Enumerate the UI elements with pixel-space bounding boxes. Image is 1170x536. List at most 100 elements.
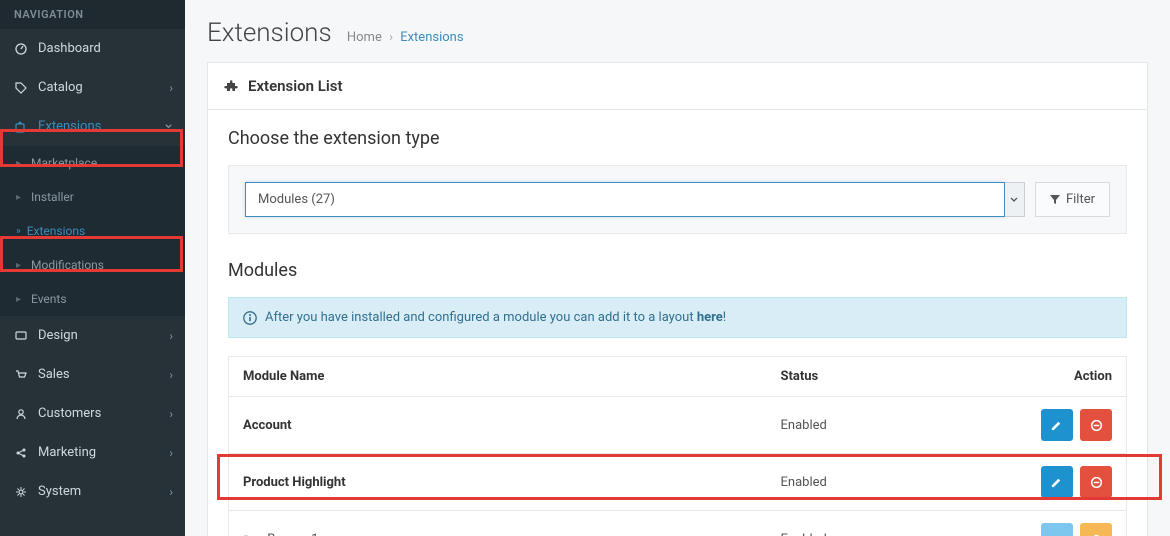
module-name-text: Banner 1 <box>267 532 318 536</box>
select-dropdown-button[interactable] <box>1005 182 1025 217</box>
sidebar-label: Catalog <box>38 80 83 95</box>
filter-button[interactable]: Filter <box>1035 182 1110 217</box>
uninstall-button[interactable] <box>1080 409 1112 441</box>
chevron-right-icon: › <box>169 329 173 343</box>
sidebar-sub-extensions: ▸ Marketplace ▸ Installer » Extensions ▸… <box>0 146 185 316</box>
sidebar: NAVIGATION Dashboard Catalog › Extension… <box>0 0 185 536</box>
sidebar-label: Customers <box>38 406 101 421</box>
sidebar-item-dashboard[interactable]: Dashboard <box>0 29 185 68</box>
chevron-right-icon: › <box>169 407 173 421</box>
panel-header: Extension List <box>208 63 1147 110</box>
panel-body: Choose the extension type Modules (27) F… <box>208 110 1147 536</box>
dashboard-icon <box>14 43 28 55</box>
sidebar-label: Events <box>31 292 67 306</box>
gear-icon <box>14 486 28 498</box>
bullet-icon: ▸ <box>16 192 21 203</box>
edit-button[interactable] <box>1041 523 1073 536</box>
table-row: Product Highlight Enabled <box>229 454 1127 511</box>
table-header-row: Module Name Status Action <box>229 357 1127 397</box>
puzzle-icon <box>14 121 28 133</box>
bullet-icon: ▸ <box>16 260 21 271</box>
sidebar-item-marketplace[interactable]: ▸ Marketplace <box>0 146 185 180</box>
filter-icon <box>1050 195 1060 205</box>
sidebar-item-design[interactable]: Design › <box>0 316 185 355</box>
chevron-down-icon <box>164 122 173 131</box>
page-header: Extensions Home › Extensions <box>185 0 1170 62</box>
share-icon <box>14 447 28 459</box>
extension-type-select[interactable]: Modules (27) <box>245 182 1025 217</box>
info-icon <box>243 311 257 325</box>
modules-heading: Modules <box>228 260 1127 281</box>
module-status: Enabled <box>767 454 967 511</box>
breadcrumb-sep: › <box>389 30 393 45</box>
info-prefix: After you have installed and configured … <box>265 310 697 325</box>
module-status: Enabled <box>767 397 967 454</box>
sidebar-item-sales[interactable]: Sales › <box>0 355 185 394</box>
chevron-right-icon: › <box>169 368 173 382</box>
sidebar-item-system[interactable]: System › <box>0 472 185 511</box>
sidebar-item-extensions[interactable]: Extensions <box>0 107 185 146</box>
info-suffix: ! <box>723 310 726 325</box>
chevron-right-icon: › <box>169 81 173 95</box>
col-status[interactable]: Status <box>767 357 967 397</box>
sidebar-label: Installer <box>31 190 74 204</box>
bullet-icon: ▸ <box>16 158 21 169</box>
sidebar-item-catalog[interactable]: Catalog › <box>0 68 185 107</box>
page-title: Extensions <box>207 18 332 48</box>
chevron-right-icon: › <box>169 446 173 460</box>
extension-panel: Extension List Choose the extension type… <box>207 62 1148 536</box>
sidebar-label: Dashboard <box>38 41 101 56</box>
info-link[interactable]: here <box>697 310 723 325</box>
sidebar-item-customers[interactable]: Customers › <box>0 394 185 433</box>
sidebar-header: NAVIGATION <box>0 0 185 29</box>
bullet-icon: ▸ <box>16 294 21 305</box>
puzzle-icon <box>224 79 238 93</box>
breadcrumb-current[interactable]: Extensions <box>400 30 463 45</box>
edit-button[interactable] <box>1041 409 1073 441</box>
user-icon <box>14 408 28 420</box>
col-action: Action <box>967 357 1127 397</box>
double-chevron-icon: » <box>16 226 19 237</box>
uninstall-button[interactable] <box>1080 466 1112 498</box>
filter-bar: Modules (27) Filter <box>228 165 1127 234</box>
sidebar-label: Modifications <box>31 258 104 272</box>
sidebar-label: Extensions <box>27 224 85 238</box>
breadcrumb-home[interactable]: Home <box>347 30 382 45</box>
tag-icon <box>14 82 28 94</box>
sidebar-item-modifications[interactable]: ▸ Modifications <box>0 248 185 282</box>
choose-heading: Choose the extension type <box>228 128 1127 149</box>
info-text: After you have installed and configured … <box>265 310 726 325</box>
chevron-right-icon: › <box>169 485 173 499</box>
table-row: Account Enabled <box>229 397 1127 454</box>
select-value: Modules (27) <box>245 182 1005 217</box>
folder-icon <box>243 533 256 536</box>
module-name: Product Highlight <box>229 454 767 511</box>
delete-button[interactable] <box>1080 523 1112 536</box>
sidebar-label: System <box>38 484 81 499</box>
breadcrumb: Home › Extensions <box>347 30 464 45</box>
module-name: Banner 1 <box>229 511 767 536</box>
sidebar-item-extensions-sub[interactable]: » Extensions <box>0 214 185 248</box>
sidebar-item-installer[interactable]: ▸ Installer <box>0 180 185 214</box>
tv-icon <box>14 330 28 342</box>
modules-table: Module Name Status Action Account Enable… <box>228 356 1127 536</box>
sidebar-label: Extensions <box>38 119 101 134</box>
table-row: Banner 1 Enabled <box>229 511 1127 536</box>
module-actions <box>967 511 1127 536</box>
module-status: Enabled <box>767 511 967 536</box>
edit-button[interactable] <box>1041 466 1073 498</box>
sidebar-label: Marketplace <box>31 156 97 170</box>
panel-title: Extension List <box>248 77 343 95</box>
main-content: Extensions Home › Extensions Extension L… <box>185 0 1170 536</box>
info-box: After you have installed and configured … <box>228 297 1127 338</box>
module-actions <box>967 454 1127 511</box>
sidebar-label: Design <box>38 328 78 343</box>
col-module-name[interactable]: Module Name <box>229 357 767 397</box>
module-actions <box>967 397 1127 454</box>
sidebar-label: Marketing <box>38 445 96 460</box>
sidebar-item-marketing[interactable]: Marketing › <box>0 433 185 472</box>
cart-icon <box>14 369 28 381</box>
sidebar-item-events[interactable]: ▸ Events <box>0 282 185 316</box>
filter-label: Filter <box>1066 192 1095 207</box>
module-name: Account <box>229 397 767 454</box>
